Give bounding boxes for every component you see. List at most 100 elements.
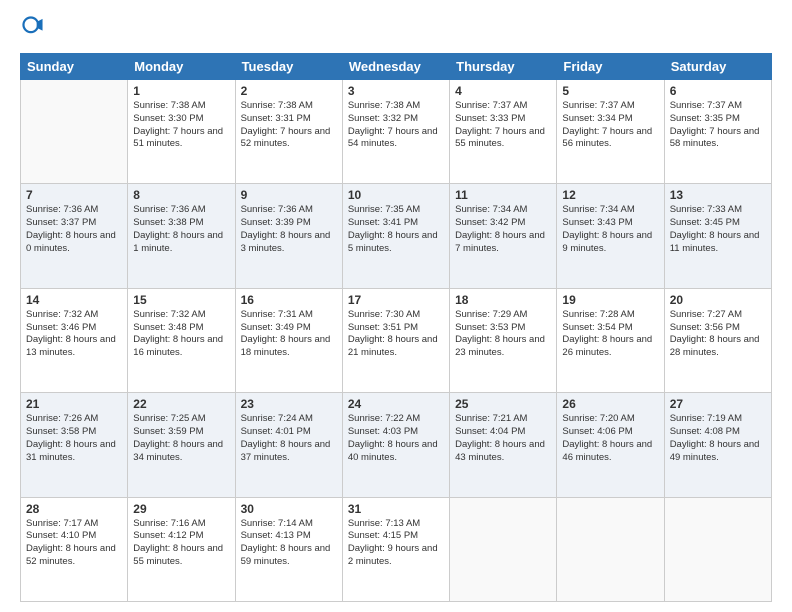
day-number: 31 [348,502,444,516]
calendar-cell: 25Sunrise: 7:21 AMSunset: 4:04 PMDayligh… [450,393,557,497]
day-number: 11 [455,188,551,202]
calendar-cell: 21 Sunrise: 7:26 AMSunset: 3:58 PMDayligh… [21,393,128,497]
calendar-cell: 31 Sunrise: 7:13 AMSunset: 4:15 PMDayligh… [342,497,449,601]
day-info: Sunrise: 7:27 AMSunset: 3:56 PMDaylight:… [670,309,766,360]
calendar-cell: 13 Sunrise: 7:33 AMSunset: 3:45 PMDayligh… [664,184,771,288]
day-number: 26 [562,397,658,411]
calendar-cell: 14 Sunrise: 7:32 AMSunset: 3:46 PMDayligh… [21,288,128,392]
calendar-cell: 11 Sunrise: 7:34 AMSunset: 3:42 PMDayligh… [450,184,557,288]
day-number: 22 [133,397,229,411]
calendar-cell: 27 Sunrise: 7:19 AMSunset: 4:08 PMDayligh… [664,393,771,497]
day-info: Sunrise: 7:38 AMSunset: 3:30 PMDaylight:… [133,100,229,151]
calendar-cell: 20 Sunrise: 7:27 AMSunset: 3:56 PMDayligh… [664,288,771,392]
day-number: 30 [241,502,337,516]
calendar-cell: 5 Sunrise: 7:37 AMSunset: 3:34 PMDaylight… [557,80,664,184]
week-row-1: 1 Sunrise: 7:38 AMSunset: 3:30 PMDaylight… [21,80,772,184]
day-number: 13 [670,188,766,202]
calendar-cell: 3 Sunrise: 7:38 AMSunset: 3:32 PMDaylight… [342,80,449,184]
day-info: Sunrise: 7:37 AMSunset: 3:34 PMDaylight:… [562,100,658,151]
weekday-tuesday: Tuesday [235,54,342,80]
week-row-5: 28Sunrise: 7:17 AMSunset: 4:10 PMDayligh… [21,497,772,601]
day-info: Sunrise: 7:35 AMSunset: 3:41 PMDaylight:… [348,204,444,255]
day-number: 2 [241,84,337,98]
calendar-cell: 6Sunrise: 7:37 AMSunset: 3:35 PMDaylight… [664,80,771,184]
calendar-cell [21,80,128,184]
day-info: Sunrise: 7:32 AMSunset: 3:48 PMDaylight:… [133,309,229,360]
week-row-3: 14 Sunrise: 7:32 AMSunset: 3:46 PMDayligh… [21,288,772,392]
calendar-body: 1 Sunrise: 7:38 AMSunset: 3:30 PMDaylight… [21,80,772,602]
weekday-wednesday: Wednesday [342,54,449,80]
calendar-cell: 2 Sunrise: 7:38 AMSunset: 3:31 PMDaylight… [235,80,342,184]
calendar-cell: 29 Sunrise: 7:16 AMSunset: 4:12 PMDayligh… [128,497,235,601]
day-number: 23 [241,397,337,411]
day-info: Sunrise: 7:37 AMSunset: 3:35 PMDaylight:… [670,100,766,151]
day-number: 28 [26,502,122,516]
day-info: Sunrise: 7:33 AMSunset: 3:45 PMDaylight:… [670,204,766,255]
day-info: Sunrise: 7:25 AMSunset: 3:59 PMDaylight:… [133,413,229,464]
day-number: 7 [26,188,122,202]
day-number: 19 [562,293,658,307]
day-info: Sunrise: 7:14 AMSunset: 4:13 PMDaylight:… [241,518,337,569]
day-number: 14 [26,293,122,307]
day-number: 16 [241,293,337,307]
day-info: Sunrise: 7:26 AMSunset: 3:58 PMDaylight:… [26,413,122,464]
day-info: Sunrise: 7:20 AMSunset: 4:06 PMDaylight:… [562,413,658,464]
day-info: Sunrise: 7:19 AMSunset: 4:08 PMDaylight:… [670,413,766,464]
calendar-cell [557,497,664,601]
day-info: Sunrise: 7:31 AMSunset: 3:49 PMDaylight:… [241,309,337,360]
calendar-cell: 9 Sunrise: 7:36 AMSunset: 3:39 PMDaylight… [235,184,342,288]
calendar-cell: 16 Sunrise: 7:31 AMSunset: 3:49 PMDayligh… [235,288,342,392]
day-info: Sunrise: 7:34 AMSunset: 3:42 PMDaylight:… [455,204,551,255]
calendar-cell: 4Sunrise: 7:37 AMSunset: 3:33 PMDaylight… [450,80,557,184]
calendar-cell [664,497,771,601]
day-info: Sunrise: 7:24 AMSunset: 4:01 PMDaylight:… [241,413,337,464]
calendar-cell: 1 Sunrise: 7:38 AMSunset: 3:30 PMDaylight… [128,80,235,184]
day-info: Sunrise: 7:36 AMSunset: 3:38 PMDaylight:… [133,204,229,255]
day-info: Sunrise: 7:22 AMSunset: 4:03 PMDaylight:… [348,413,444,464]
week-row-2: 7 Sunrise: 7:36 AMSunset: 3:37 PMDaylight… [21,184,772,288]
week-row-4: 21 Sunrise: 7:26 AMSunset: 3:58 PMDayligh… [21,393,772,497]
calendar-table: SundayMondayTuesdayWednesdayThursdayFrid… [20,53,772,602]
weekday-monday: Monday [128,54,235,80]
day-number: 12 [562,188,658,202]
page: SundayMondayTuesdayWednesdayThursdayFrid… [0,0,792,612]
day-info: Sunrise: 7:16 AMSunset: 4:12 PMDaylight:… [133,518,229,569]
weekday-saturday: Saturday [664,54,771,80]
weekday-header-row: SundayMondayTuesdayWednesdayThursdayFrid… [21,54,772,80]
header [20,16,772,43]
logo-icon [22,16,44,38]
day-number: 17 [348,293,444,307]
day-number: 27 [670,397,766,411]
calendar-cell [450,497,557,601]
day-number: 29 [133,502,229,516]
day-info: Sunrise: 7:34 AMSunset: 3:43 PMDaylight:… [562,204,658,255]
weekday-sunday: Sunday [21,54,128,80]
day-info: Sunrise: 7:32 AMSunset: 3:46 PMDaylight:… [26,309,122,360]
day-number: 3 [348,84,444,98]
day-number: 21 [26,397,122,411]
calendar-cell: 19 Sunrise: 7:28 AMSunset: 3:54 PMDayligh… [557,288,664,392]
day-info: Sunrise: 7:36 AMSunset: 3:37 PMDaylight:… [26,204,122,255]
day-number: 4 [455,84,551,98]
calendar-cell: 23 Sunrise: 7:24 AMSunset: 4:01 PMDayligh… [235,393,342,497]
calendar-cell: 22 Sunrise: 7:25 AMSunset: 3:59 PMDayligh… [128,393,235,497]
day-number: 5 [562,84,658,98]
day-info: Sunrise: 7:29 AMSunset: 3:53 PMDaylight:… [455,309,551,360]
day-number: 18 [455,293,551,307]
calendar-cell: 7 Sunrise: 7:36 AMSunset: 3:37 PMDaylight… [21,184,128,288]
day-number: 9 [241,188,337,202]
logo [20,16,44,43]
calendar-cell: 28Sunrise: 7:17 AMSunset: 4:10 PMDayligh… [21,497,128,601]
day-info: Sunrise: 7:38 AMSunset: 3:32 PMDaylight:… [348,100,444,151]
day-number: 15 [133,293,229,307]
day-info: Sunrise: 7:36 AMSunset: 3:39 PMDaylight:… [241,204,337,255]
day-number: 1 [133,84,229,98]
day-info: Sunrise: 7:38 AMSunset: 3:31 PMDaylight:… [241,100,337,151]
day-number: 20 [670,293,766,307]
day-info: Sunrise: 7:30 AMSunset: 3:51 PMDaylight:… [348,309,444,360]
calendar-cell: 24Sunrise: 7:22 AMSunset: 4:03 PMDayligh… [342,393,449,497]
day-number: 25 [455,397,551,411]
day-info: Sunrise: 7:28 AMSunset: 3:54 PMDaylight:… [562,309,658,360]
day-info: Sunrise: 7:13 AMSunset: 4:15 PMDaylight:… [348,518,444,569]
day-number: 10 [348,188,444,202]
